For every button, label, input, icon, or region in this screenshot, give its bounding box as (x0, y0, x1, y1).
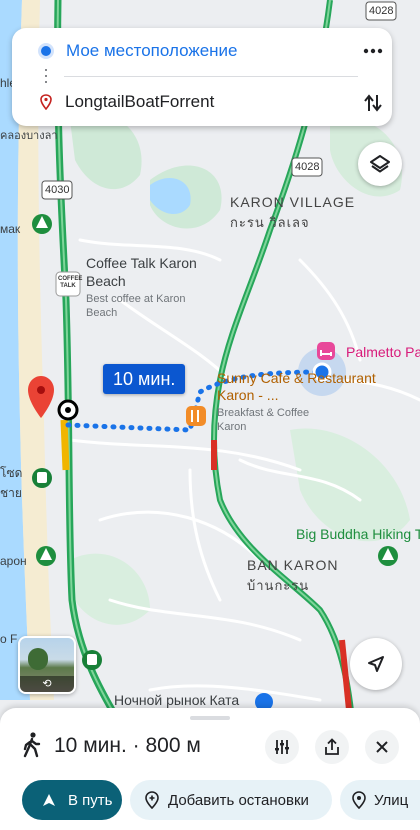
route-options-button[interactable] (265, 730, 299, 764)
close-icon (376, 741, 388, 753)
destination-row[interactable]: LongtailBoatForrent (12, 84, 392, 120)
add-location-icon (145, 791, 159, 809)
sheet-drag-handle[interactable] (190, 716, 230, 720)
destination-text: LongtailBoatForrent (65, 92, 215, 111)
route-summary-text: 10 мин. · 800 м (54, 734, 201, 757)
share-icon (325, 738, 339, 755)
map-poi-palmetto[interactable]: Palmetto Pa (346, 344, 420, 360)
road-shield-label: 4028 (369, 5, 394, 17)
route-duration-text: 10 мин. (113, 368, 176, 389)
add-stops-button[interactable]: Добавить остановки (130, 780, 332, 820)
start-navigation-label: В путь (68, 791, 113, 809)
map-label-ban-karon[interactable]: BAN KARON บ้านกะรน (247, 557, 338, 596)
location-pin-icon (352, 791, 366, 809)
bus-stop-icon (32, 468, 52, 488)
map-poi-sunny-cafe[interactable]: Sunny Cafe & Restaurant Karon - ... Brea… (217, 370, 377, 434)
origin-dot-icon (41, 46, 51, 56)
more-options-button[interactable] (356, 38, 390, 64)
park-icon (36, 546, 56, 566)
map-label-edge: คลองบางลา (0, 130, 58, 142)
route-connector-dots (45, 69, 47, 85)
map-label-edge: мак (0, 222, 21, 236)
map-poi-big-buddha[interactable]: Big Buddha Hiking T (296, 526, 420, 542)
more-horiz-icon (363, 48, 383, 54)
start-navigation-button[interactable]: В путь (22, 780, 122, 820)
restaurant-icon (186, 406, 206, 426)
layers-icon (370, 155, 390, 173)
walking-icon (23, 732, 41, 758)
coffee-talk-logo-text: COFFEE TALK (58, 276, 83, 289)
recenter-button[interactable] (350, 638, 402, 690)
places-button[interactable]: Улиц (340, 780, 420, 820)
swap-directions-button[interactable] (358, 90, 388, 116)
directions-bottom-sheet: 10 мин. · 800 м В путь Добавить остановк… (0, 708, 420, 830)
map-label-edge: ชาย (0, 486, 22, 500)
poi-name: Sunny Cafe & Restaurant Karon - ... (217, 370, 376, 403)
map-label-text: BAN KARON (247, 557, 339, 573)
route-card: Мое местоположение LongtailBoatForrent (12, 28, 392, 126)
road-shield-label: 4030 (45, 184, 70, 196)
route-duration-badge[interactable]: 10 мин. (103, 364, 186, 394)
destination-pin-icon (40, 94, 52, 110)
map-label-thai: กะรน วิลเลจ (230, 215, 310, 230)
origin-row[interactable]: Мое местоположение (12, 33, 392, 69)
park-icon (378, 546, 398, 566)
poi-description: Breakfast & Coffee Karon (217, 407, 310, 433)
share-button[interactable] (315, 730, 349, 764)
road-shield-label: 4028 (295, 161, 320, 173)
street-view-thumbnail[interactable]: ⟲ (18, 636, 76, 694)
map-poi-night-market[interactable]: Ночной рынок Ката (114, 692, 239, 708)
map-label-edge: o F (0, 632, 18, 646)
close-button[interactable] (365, 730, 399, 764)
map-label-edge: โซด (0, 466, 23, 480)
navigation-arrow-icon (43, 794, 55, 806)
navigation-arrow-icon (368, 656, 384, 672)
map-label-edge: арон (0, 554, 27, 568)
park-icon (32, 214, 52, 234)
hotel-icon (317, 342, 335, 360)
origin-text: Мое местоположение (66, 41, 238, 60)
card-divider (64, 76, 358, 77)
add-stops-label: Добавить остановки (168, 791, 309, 809)
bus-stop-icon (82, 650, 102, 670)
layers-button[interactable] (358, 142, 402, 186)
street-view-tree (28, 648, 48, 670)
places-label: Улиц (374, 791, 409, 809)
map-label-text: KARON VILLAGE (230, 194, 356, 210)
swap-vert-icon (364, 94, 382, 112)
poi-description: Best coffee at Karon Beach (86, 293, 186, 319)
poi-name: Coffee Talk Karon Beach (86, 255, 197, 289)
map-label-karon-village[interactable]: KARON VILLAGE กะรน วิลเลจ (230, 194, 355, 233)
map-poi-coffee-talk[interactable]: Coffee Talk Karon Beach Best coffee at K… (86, 254, 216, 320)
street-view-rotate-icon: ⟲ (20, 676, 74, 692)
map-label-thai: บ้านกะรน (247, 578, 310, 593)
tune-icon (275, 740, 289, 754)
